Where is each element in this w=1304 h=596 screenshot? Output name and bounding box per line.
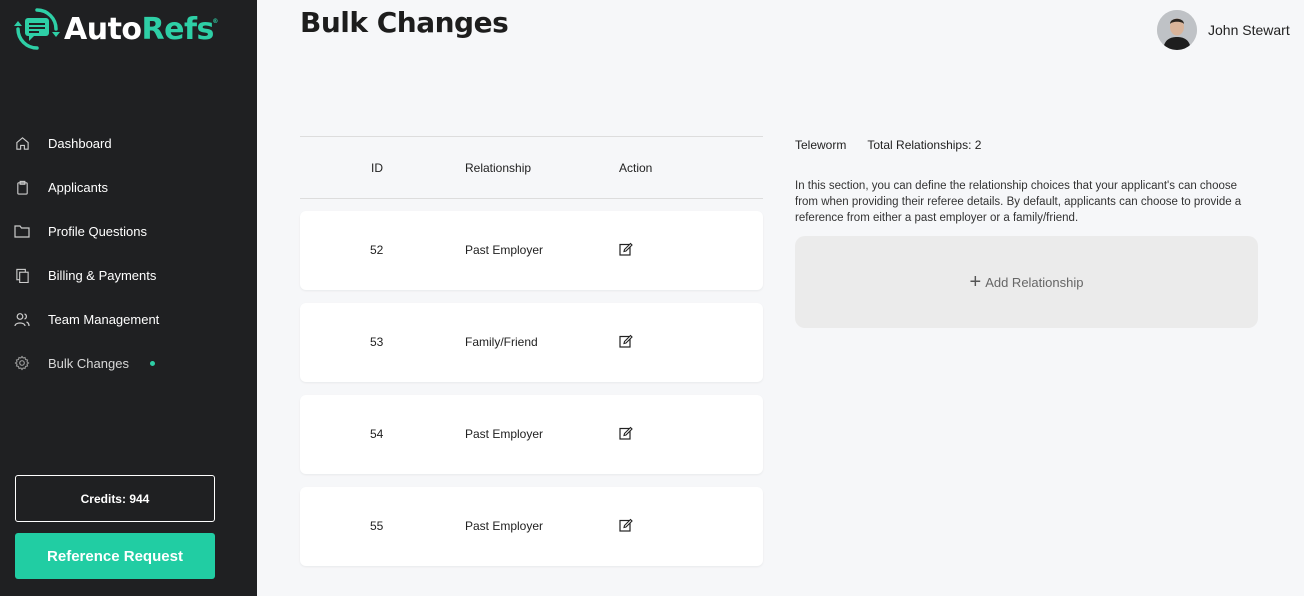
avatar[interactable] bbox=[1157, 10, 1197, 50]
logo-text: AutoRefs ® bbox=[64, 11, 218, 47]
sidebar-item-label: Billing & Payments bbox=[48, 267, 157, 283]
sidebar-item-label: Team Management bbox=[48, 311, 160, 327]
credits-display[interactable]: Credits: 944 bbox=[15, 475, 215, 522]
sidebar-item-team-management[interactable]: Team Management bbox=[0, 297, 257, 341]
reference-request-button[interactable]: Reference Request bbox=[15, 533, 215, 579]
row-relationship: Past Employer bbox=[465, 243, 544, 257]
row-id: 54 bbox=[370, 427, 384, 441]
add-relationship-button[interactable]: + Add Relationship bbox=[795, 236, 1258, 328]
edit-icon[interactable] bbox=[619, 242, 633, 256]
sidebar-item-billing[interactable]: Billing & Payments bbox=[0, 253, 257, 297]
sidebar-item-profile-questions[interactable]: Profile Questions bbox=[0, 209, 257, 253]
sidebar-item-label: Profile Questions bbox=[48, 223, 147, 239]
gear-icon bbox=[14, 355, 30, 371]
page-title: Bulk Changes bbox=[300, 6, 509, 39]
sidebar-item-label: Bulk Changes bbox=[48, 355, 129, 371]
table-row: 52 Past Employer bbox=[300, 211, 763, 290]
chat-logo-icon bbox=[14, 8, 60, 50]
row-relationship: Family/Friend bbox=[465, 335, 538, 349]
sidebar-item-bulk-changes[interactable]: Bulk Changes bbox=[0, 341, 257, 385]
add-relationship-label: Add Relationship bbox=[985, 274, 1084, 290]
active-indicator-dot bbox=[149, 360, 155, 366]
total-relationships: Total Relationships: 2 bbox=[867, 138, 982, 152]
home-icon bbox=[14, 135, 30, 151]
section-description: In this section, you can define the rela… bbox=[795, 180, 1242, 224]
table-header: ID Relationship Action bbox=[300, 136, 763, 199]
edit-icon[interactable] bbox=[619, 426, 633, 440]
sidebar: AutoRefs ® Dashboard Applicants Profile Q… bbox=[0, 0, 257, 596]
sidebar-item-dashboard[interactable]: Dashboard bbox=[0, 121, 257, 165]
table-row: 54 Past Employer bbox=[300, 395, 763, 474]
user-menu[interactable]: John Stewart bbox=[1157, 10, 1290, 50]
table-row: 55 Past Employer bbox=[300, 487, 763, 566]
edit-icon[interactable] bbox=[619, 334, 633, 348]
sidebar-item-label: Dashboard bbox=[48, 135, 112, 151]
sidebar-item-label: Applicants bbox=[48, 179, 108, 195]
user-name: John Stewart bbox=[1208, 22, 1290, 38]
row-id: 52 bbox=[370, 243, 384, 257]
row-relationship: Past Employer bbox=[465, 427, 544, 441]
row-id: 55 bbox=[370, 519, 384, 533]
copy-icon bbox=[14, 267, 30, 283]
relationships-summary: Teleworm Total Relationships: 2 bbox=[795, 138, 981, 152]
row-id: 53 bbox=[370, 335, 384, 349]
users-icon bbox=[14, 311, 30, 327]
plus-icon: + bbox=[969, 271, 982, 293]
column-header-id: ID bbox=[371, 161, 383, 175]
table-row: 53 Family/Friend bbox=[300, 303, 763, 382]
column-header-action: Action bbox=[619, 161, 653, 175]
row-relationship: Past Employer bbox=[465, 519, 544, 533]
sidebar-item-applicants[interactable]: Applicants bbox=[0, 165, 257, 209]
column-header-relationship: Relationship bbox=[465, 161, 532, 175]
edit-icon[interactable] bbox=[619, 518, 633, 532]
folder-icon bbox=[14, 223, 30, 239]
logo[interactable]: AutoRefs ® bbox=[14, 4, 218, 54]
sidebar-nav: Dashboard Applicants Profile Questions B… bbox=[0, 121, 257, 385]
company-name: Teleworm bbox=[795, 138, 847, 152]
clipboard-icon bbox=[14, 179, 30, 195]
